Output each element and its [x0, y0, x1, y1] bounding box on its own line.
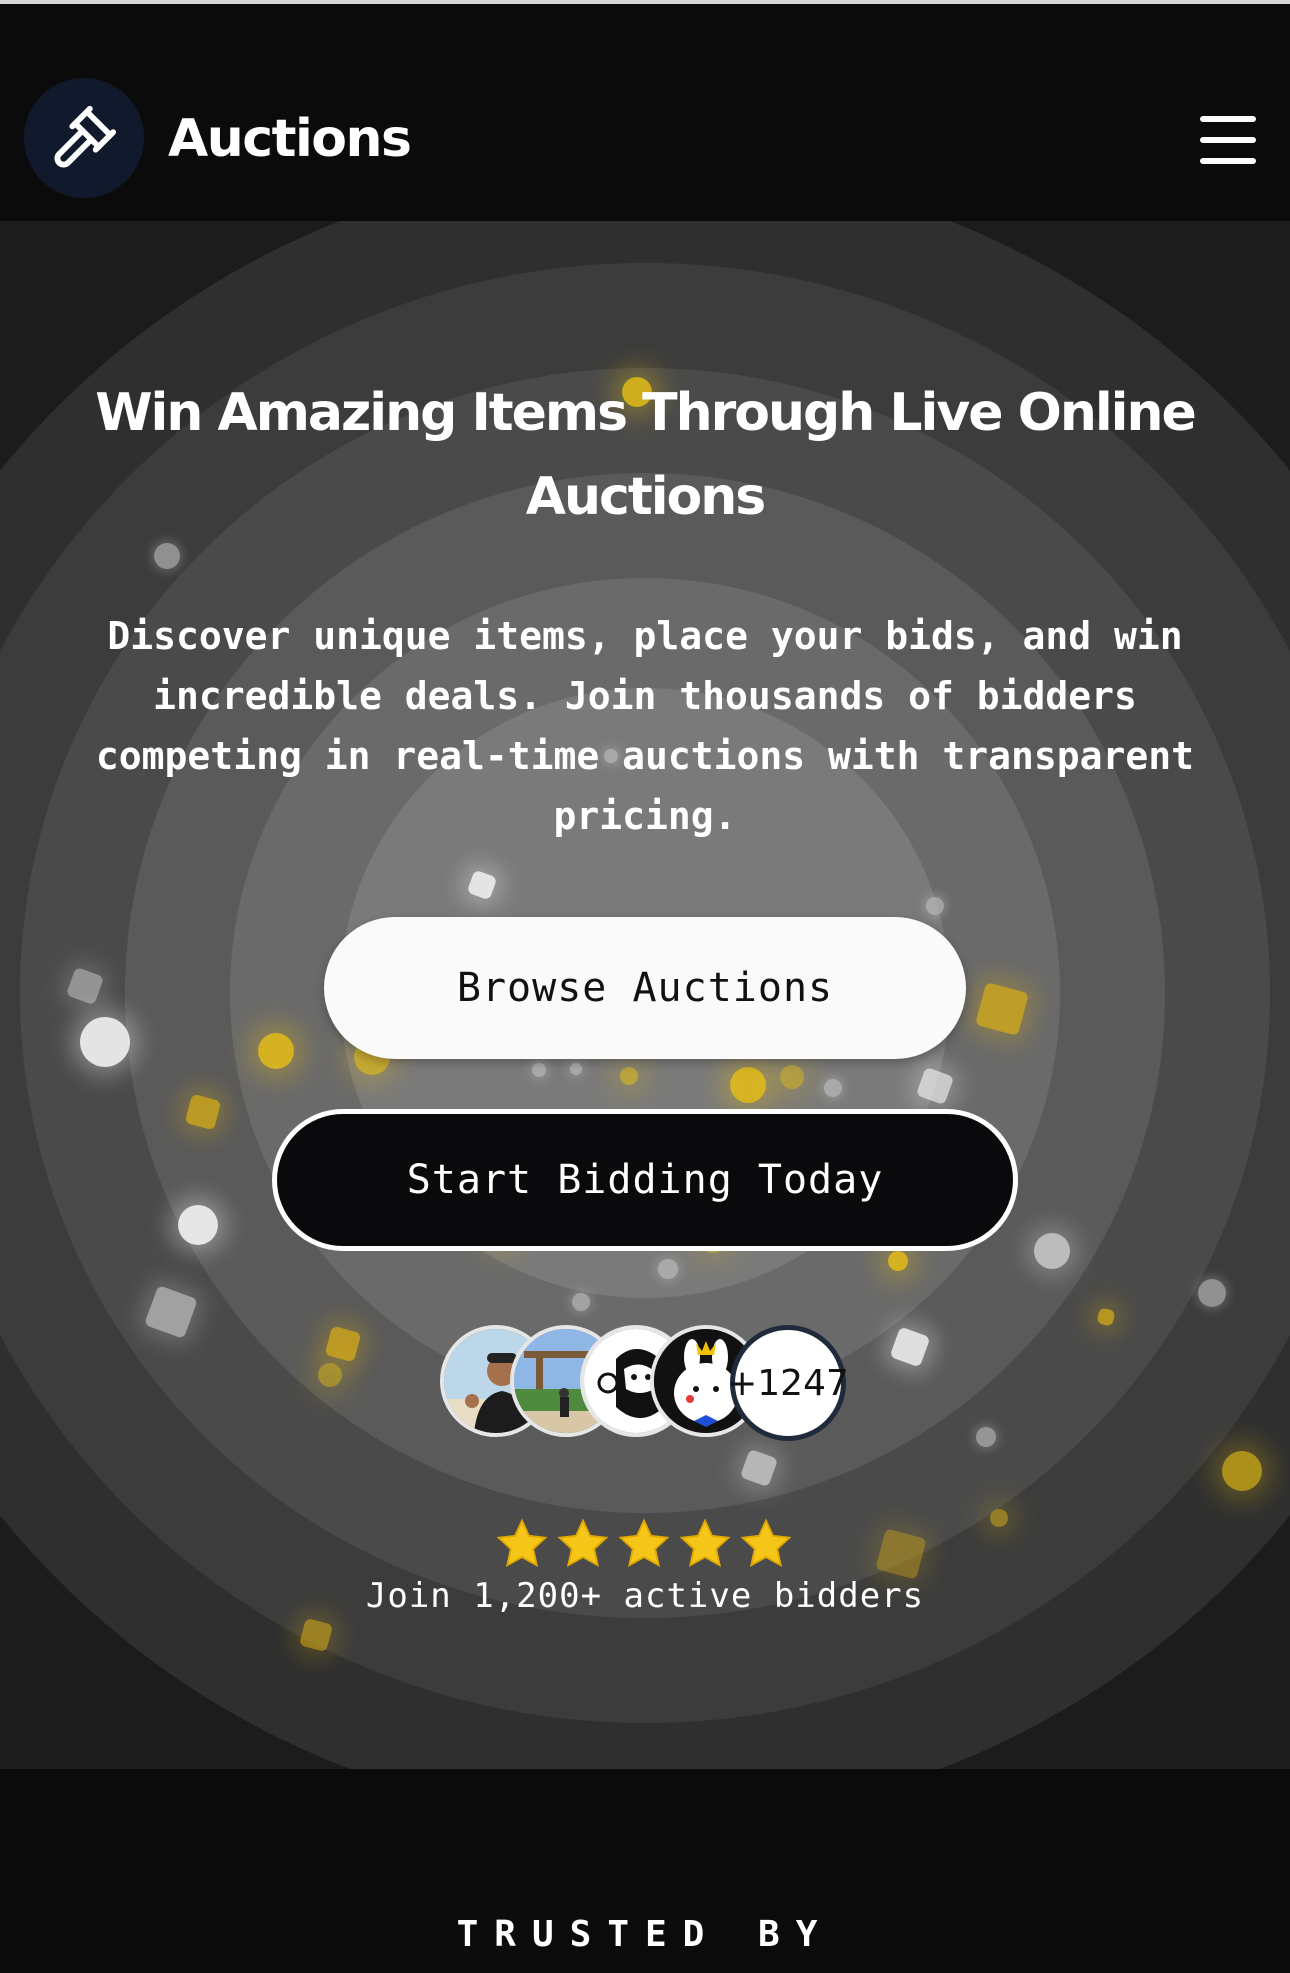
star-icon — [557, 1518, 609, 1568]
start-bidding-button[interactable]: Start Bidding Today — [272, 1109, 1018, 1251]
star-icon — [618, 1518, 670, 1568]
hero-section: Win Amazing Items Through Live Online Au… — [0, 221, 1290, 1769]
star-icon — [679, 1518, 731, 1568]
gavel-icon — [54, 105, 117, 168]
star-icon — [496, 1518, 548, 1568]
active-bidders-text: Join 1,200+ active bidders — [365, 1576, 925, 1616]
brand-name[interactable]: Auctions — [168, 104, 412, 174]
hero-subtitle: Discover unique items, place your bids, … — [95, 614, 1195, 838]
trusted-by-label: TRUSTED BY — [456, 1914, 834, 1955]
browse-auctions-button[interactable]: Browse Auctions — [324, 917, 966, 1059]
menu-line — [1200, 137, 1256, 143]
hero-title: Win Amazing Items Through Live Online Au… — [95, 383, 1197, 527]
menu-line — [1200, 116, 1256, 122]
trusted-by-section: TRUSTED BY — [0, 1769, 1290, 1973]
star-icon — [740, 1518, 792, 1568]
bidder-avatars: +1247 — [440, 1325, 850, 1445]
site-header: Auctions — [0, 4, 1290, 221]
hamburger-menu-button[interactable] — [1200, 116, 1256, 164]
menu-line — [1200, 158, 1256, 164]
logo[interactable] — [24, 78, 144, 198]
rating-stars — [494, 1516, 794, 1576]
avatar-more-count: +1247 — [727, 1325, 849, 1441]
